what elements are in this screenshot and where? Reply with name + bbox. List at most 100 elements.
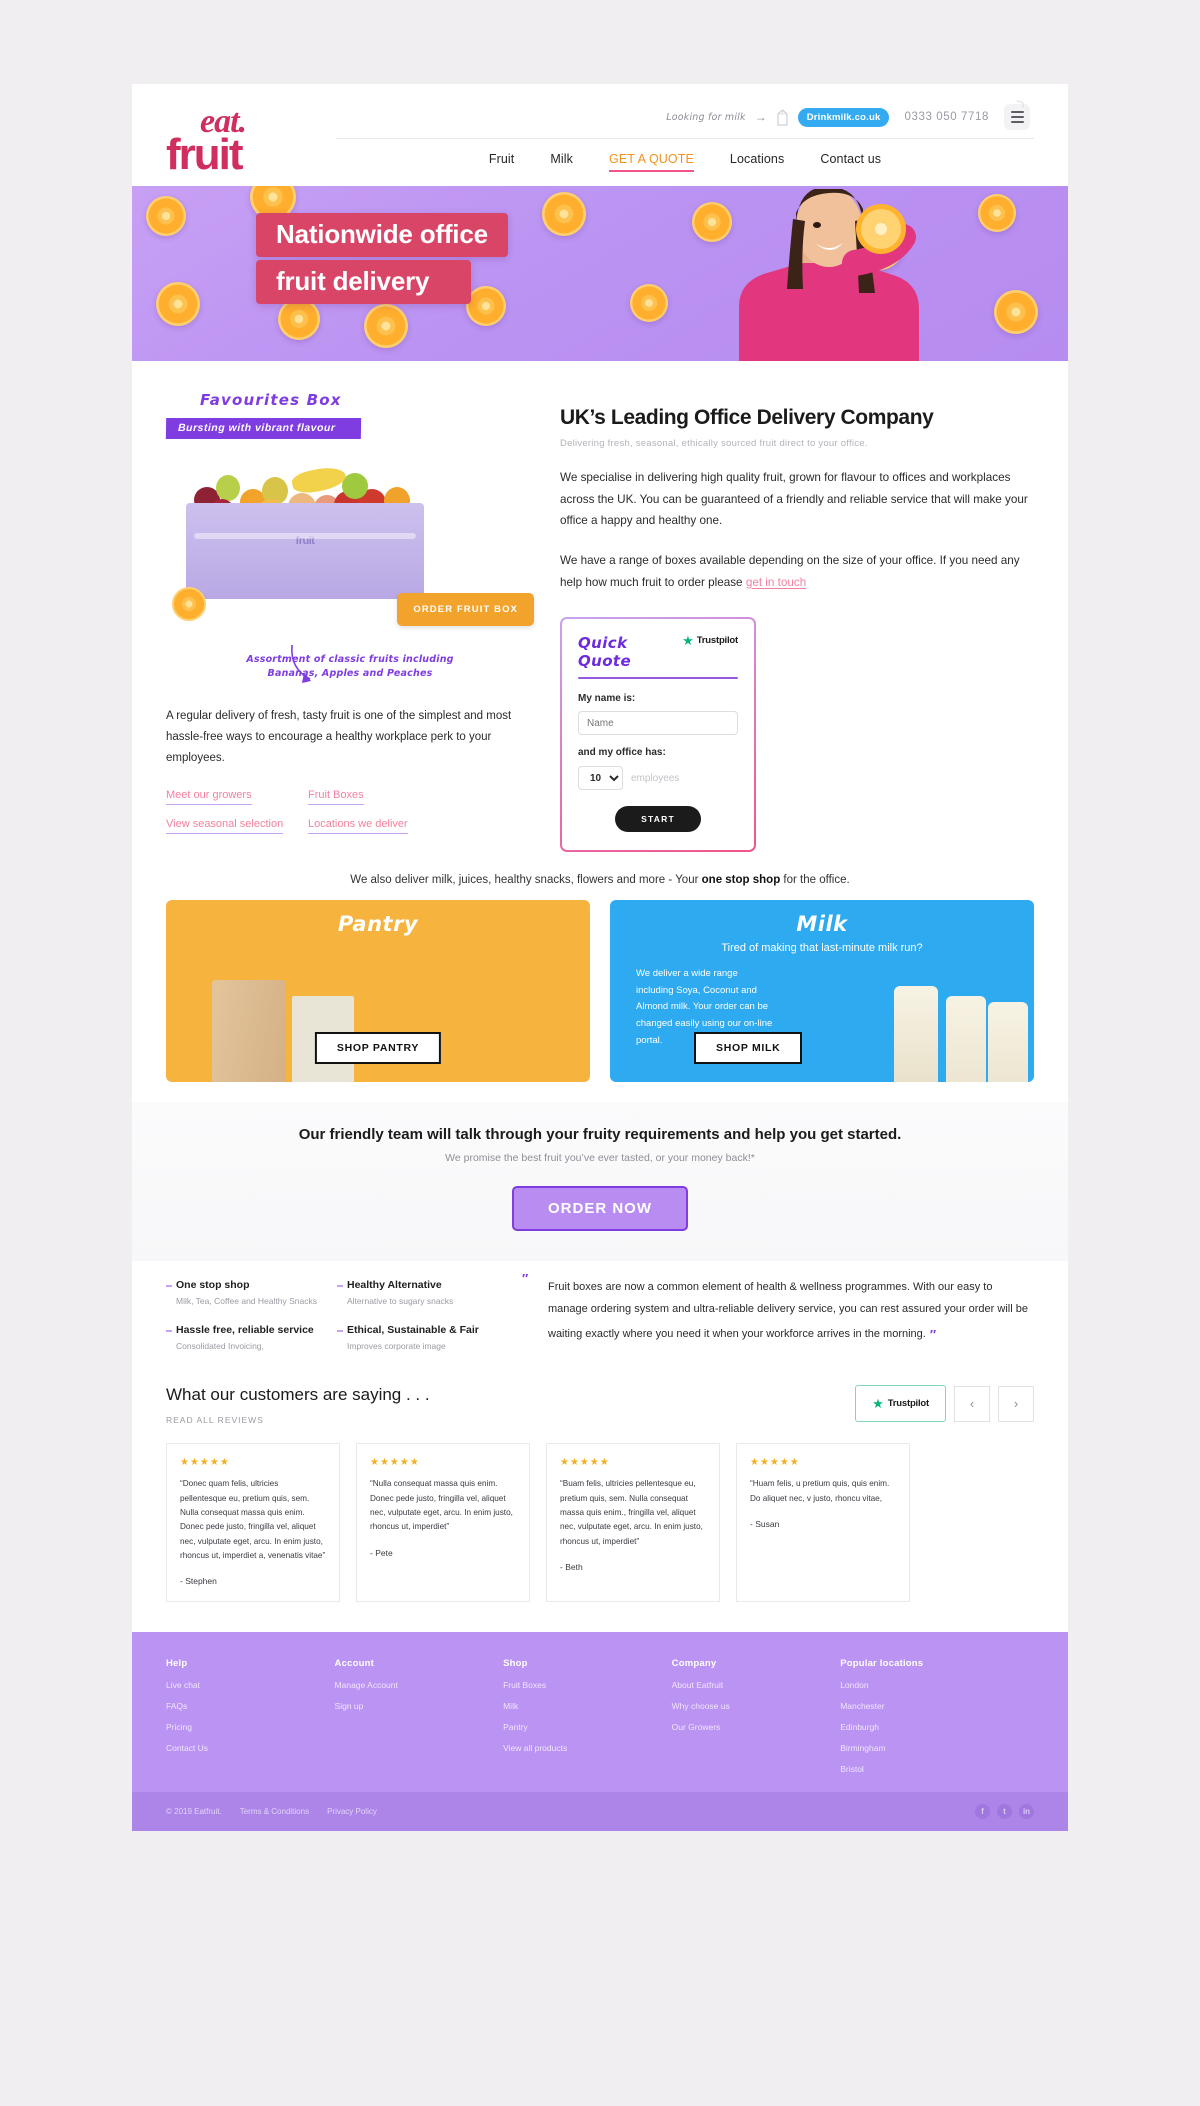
footer-heading: Help <box>166 1658 188 1670</box>
order-fruit-box-button[interactable]: ORDER FRUIT BOX <box>397 593 534 626</box>
trustpilot-logo[interactable]: ★ Trustpilot <box>682 634 738 647</box>
footer-heading: Shop <box>503 1658 528 1670</box>
footer-link[interactable]: Why choose us <box>672 1701 841 1711</box>
footer-link[interactable]: About Eatfruit <box>672 1680 841 1690</box>
hero-line-2: fruit delivery <box>256 260 472 305</box>
intro-section: Favourites Box Bursting with vibrant fla… <box>132 361 1068 852</box>
burger-line <box>1010 111 1024 113</box>
shop-milk-button[interactable]: SHOP MILK <box>694 1032 803 1065</box>
link-fruit-boxes[interactable]: Fruit Boxes <box>308 789 364 806</box>
privacy-link[interactable]: Privacy Policy <box>327 1807 377 1816</box>
intro-text-column: UK’s Leading Office Delivery Company Del… <box>534 391 1034 852</box>
review-card: ★★★★★ “Nulla consequat massa quis enim. … <box>356 1443 530 1603</box>
start-button[interactable]: START <box>615 806 701 833</box>
nav-label: Fruit <box>488 152 515 166</box>
hero-model-photo <box>739 189 919 361</box>
nav-label: Locations <box>729 152 785 166</box>
quick-quote-title: Quick Quote <box>578 634 632 671</box>
feature-item: Hassle free, reliable service Consolidat… <box>166 1324 325 1351</box>
nav-item-get-a-quote[interactable]: GET A QUOTE <box>609 152 694 175</box>
quote-close-icon: ″ <box>929 1327 937 1343</box>
get-in-touch-link[interactable]: get in touch <box>746 576 806 589</box>
footer-link[interactable]: Edinburgh <box>840 1722 1034 1732</box>
nav-item-contact-us[interactable]: Contact us <box>820 152 881 175</box>
nav-item-milk[interactable]: Milk <box>550 152 573 175</box>
milk-bottle-image <box>946 996 986 1083</box>
nav-item-locations[interactable]: Locations <box>730 152 784 175</box>
facebook-icon[interactable]: f <box>975 1804 990 1820</box>
link-view-seasonal-selection[interactable]: View seasonal selection <box>166 818 284 835</box>
utility-bar: Looking for milk → Drinkmilk.co.uk 0333 … <box>336 102 1034 132</box>
site-footer: Help Live chat FAQs Pricing Contact Us A… <box>132 1632 1068 1793</box>
nav-label: Contact us <box>820 152 882 166</box>
trustpilot-badge[interactable]: ★ Trustpilot <box>855 1385 946 1423</box>
trustpilot-label: Trustpilot <box>696 635 738 647</box>
footer-column-locations: Popular locations London Manchester Edin… <box>840 1658 1034 1774</box>
footer-link[interactable]: Pricing <box>166 1722 335 1732</box>
milk-card[interactable]: Milk Tired of making that last-minute mi… <box>610 900 1034 1083</box>
footer-link[interactable]: View all products <box>503 1743 672 1753</box>
reviews-next-button[interactable]: › <box>998 1385 1034 1422</box>
footer-link[interactable]: Pantry <box>503 1722 672 1732</box>
page-title: UK’s Leading Office Delivery Company <box>560 406 934 429</box>
review-author: - Susan <box>750 1518 780 1529</box>
link-locations-we-deliver[interactable]: Locations we deliver <box>308 818 408 835</box>
hero-line-1: Nationwide office <box>256 213 508 258</box>
footer-link[interactable]: Milk <box>503 1701 672 1711</box>
features-grid: One stop shop Milk, Tea, Coffee and Heal… <box>166 1271 496 1351</box>
shop-pantry-button[interactable]: SHOP PANTRY <box>314 1032 442 1065</box>
quote-open-icon: ″ <box>522 1271 529 1287</box>
office-size-row: and my office has: 10 employees <box>578 747 738 791</box>
footer-link[interactable]: Contact Us <box>166 1743 335 1753</box>
footer-link[interactable]: Manage Account <box>335 1680 504 1690</box>
hero-headline: Nationwide office fruit delivery <box>256 213 508 305</box>
terms-link[interactable]: Terms & Conditions <box>240 1807 309 1816</box>
footer-link[interactable]: Sign up <box>335 1701 504 1711</box>
footer-link[interactable]: Bristol <box>840 1764 1034 1774</box>
logo[interactable]: eat. fruit <box>166 102 336 177</box>
pantry-card[interactable]: Pantry SHOP PANTRY <box>166 900 590 1083</box>
testimonial-block: ″ Fruit boxes are now a common element o… <box>522 1271 1034 1351</box>
feature-item: Healthy Alternative Alternative to sugar… <box>337 1279 496 1306</box>
read-all-reviews-link[interactable]: READ ALL REVIEWS <box>166 1415 430 1425</box>
hamburger-menu-icon[interactable] <box>1004 104 1030 130</box>
footer-column-shop: Shop Fruit Boxes Milk Pantry View all pr… <box>503 1658 672 1774</box>
linkedin-icon[interactable]: in <box>1019 1804 1034 1820</box>
reviews-title-block: What our customers are saying . . . READ… <box>166 1385 430 1425</box>
fruit-item <box>342 473 368 499</box>
orange-slice-decor <box>364 304 408 348</box>
phone-number[interactable]: 0333 050 7718 <box>904 111 989 123</box>
employee-count-select[interactable]: 10 <box>578 766 623 791</box>
nav-item-fruit[interactable]: Fruit <box>489 152 515 175</box>
product-cards: Pantry SHOP PANTRY Milk Tired of making … <box>132 886 1068 1083</box>
website-container: eat. fruit Looking for milk → Drinkmilk.… <box>132 84 1068 1832</box>
review-card: ★★★★★ “Huam felis, u pretium quis, quis … <box>736 1443 910 1603</box>
footer-link[interactable]: London <box>840 1680 1034 1690</box>
assortment-line-2: Bananas, Apples and Peaches <box>267 668 433 680</box>
link-meet-our-growers[interactable]: Meet our growers <box>166 789 252 806</box>
footer-link[interactable]: Fruit Boxes <box>503 1680 672 1690</box>
main-nav: Fruit Milk GET A QUOTE Locations Contact… <box>336 138 1034 186</box>
banana-bunch <box>290 463 348 497</box>
review-text: “Buam felis, ultricies pellentesque eu, … <box>560 1479 703 1546</box>
looking-for-milk-label: Looking for milk <box>666 111 746 123</box>
reviews-prev-button[interactable]: ‹ <box>954 1385 990 1422</box>
footer-link[interactable]: Birmingham <box>840 1743 1034 1753</box>
quick-quote-header: Quick Quote ★ Trustpilot <box>578 634 738 670</box>
orange-slice-decor <box>994 290 1038 334</box>
drinkmilk-badge[interactable]: Drinkmilk.co.uk <box>797 107 890 127</box>
name-input[interactable] <box>578 711 738 736</box>
orange-decor <box>172 587 206 621</box>
orange-slice-decor <box>542 192 586 236</box>
footer-link[interactable]: Live chat <box>166 1680 335 1690</box>
feature-item: One stop shop Milk, Tea, Coffee and Heal… <box>166 1279 325 1306</box>
milk-card-subtitle: Tired of making that last-minute milk ru… <box>721 942 923 955</box>
fruit-box-image: fruit ORDER FRUIT BOX <box>166 447 534 683</box>
feature-title: One stop shop <box>166 1279 325 1291</box>
reviews-carousel[interactable]: ★★★★★ “Donec quam felis, ultricies pelle… <box>132 1425 1068 1603</box>
order-now-button[interactable]: ORDER NOW <box>512 1186 688 1232</box>
footer-link[interactable]: FAQs <box>166 1701 335 1711</box>
footer-link[interactable]: Our Growers <box>672 1722 841 1732</box>
footer-link[interactable]: Manchester <box>840 1701 1034 1711</box>
twitter-icon[interactable]: t <box>997 1804 1012 1820</box>
